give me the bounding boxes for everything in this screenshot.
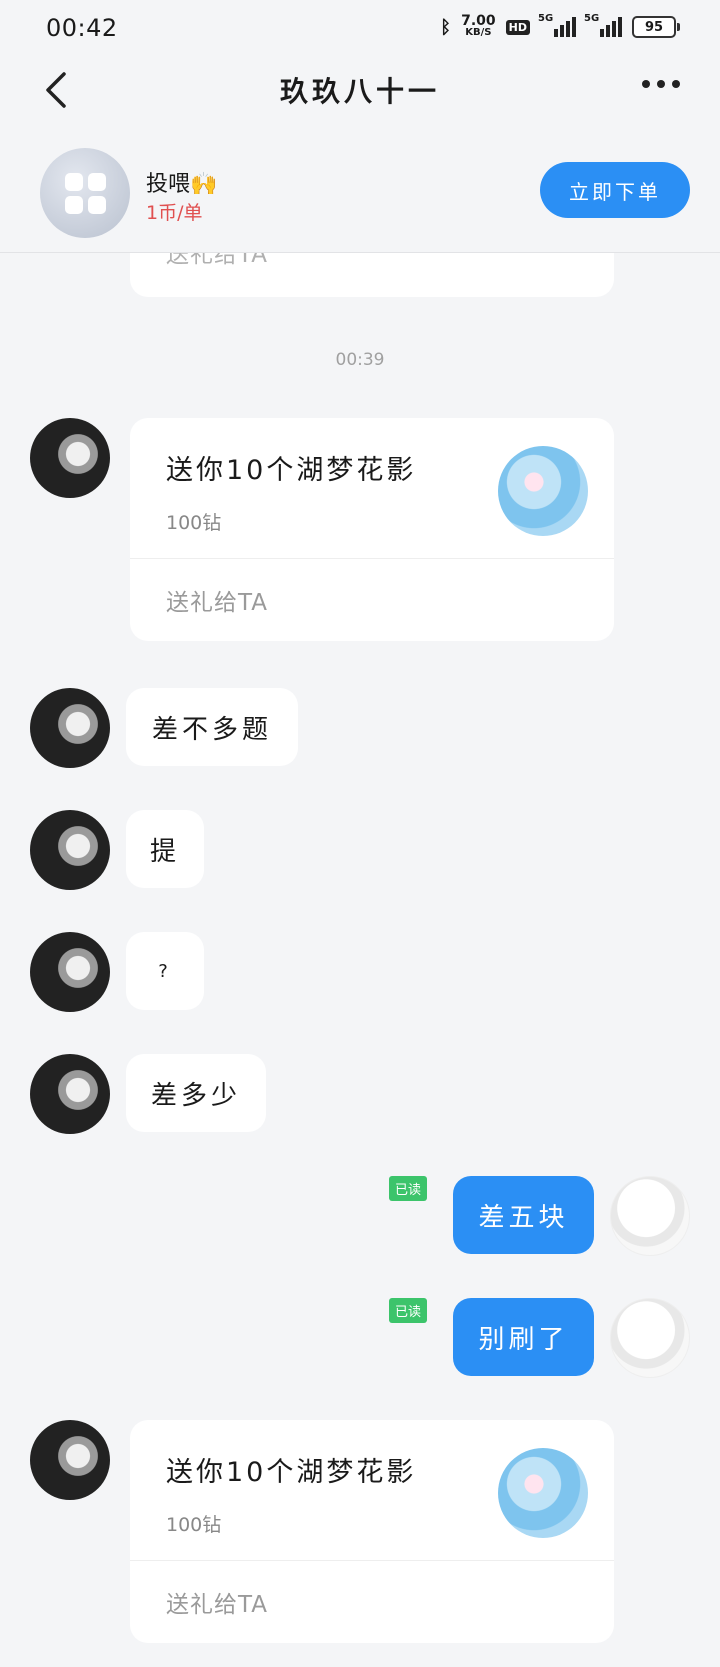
gift-card-body: 送你10个湖梦花影 100钻 <box>130 418 614 559</box>
gift-title: 送你10个湖梦花影 <box>166 1457 417 1488</box>
more-icon-dot <box>657 80 665 88</box>
order-now-button[interactable]: 立即下单 <box>540 162 690 218</box>
message-bubble[interactable]: 差不多题 <box>126 688 298 766</box>
more-icon-dot <box>642 80 650 88</box>
gift-flower-image <box>498 1448 588 1538</box>
more-icon-dot <box>672 80 680 88</box>
signal-label: 5G <box>584 13 600 24</box>
sender-avatar[interactable] <box>30 1420 110 1500</box>
gift-card-body: 送你10个湖梦花影 100钻 <box>130 1420 614 1561</box>
sender-avatar[interactable] <box>30 418 110 498</box>
service-avatar[interactable] <box>40 148 130 238</box>
apps-icon <box>64 172 106 214</box>
my-avatar[interactable] <box>610 1298 690 1378</box>
status-time: 00:42 <box>46 14 118 42</box>
message-bubble[interactable]: 提 <box>126 810 204 888</box>
network-speed-value: 7.00 <box>461 13 496 29</box>
gift-price: 100钻 <box>166 512 222 534</box>
gift-card[interactable]: 送你10个湖梦花影 100钻 送礼给TA <box>130 418 614 641</box>
read-status-badge: 已读 <box>389 1298 428 1323</box>
sender-avatar[interactable] <box>30 688 110 768</box>
gift-title: 送你10个湖梦花影 <box>166 455 417 486</box>
send-gift-action[interactable]: 送礼给TA <box>130 1561 614 1643</box>
send-gift-action[interactable]: 送礼给TA <box>130 559 614 641</box>
message-bubble[interactable]: ? <box>126 932 204 1010</box>
signal-icon: 5G <box>538 13 576 37</box>
battery-icon: 95 <box>632 16 680 38</box>
message-bubble[interactable]: 差多少 <box>126 1054 266 1132</box>
network-speed: 7.00 KB/S <box>461 13 496 38</box>
hd-badge: HD <box>505 19 530 35</box>
more-button[interactable] <box>642 80 680 88</box>
partial-gift-card[interactable]: 送礼给TA <box>130 253 614 297</box>
my-avatar[interactable] <box>610 1176 690 1256</box>
outgoing-message-bubble[interactable]: 差五块 <box>453 1176 594 1254</box>
service-price: 1币/单 <box>146 202 203 224</box>
gift-card[interactable]: 送你10个湖梦花影 100钻 送礼给TA <box>130 1420 614 1643</box>
read-status-badge: 已读 <box>389 1176 428 1201</box>
gift-flower-image <box>498 446 588 536</box>
service-bar: 投喂🙌 1币/单 立即下单 <box>0 132 720 253</box>
sender-avatar[interactable] <box>30 932 110 1012</box>
signal-label: 5G <box>538 13 554 24</box>
gift-card-action: 送礼给TA <box>166 253 268 268</box>
status-icons: ᛒ 7.00 KB/S HD 5G 5G 95 <box>440 13 680 38</box>
page-title: 玖玖八十一 <box>279 75 440 108</box>
network-speed-unit: KB/S <box>465 27 492 38</box>
outgoing-message-bubble[interactable]: 别刷了 <box>453 1298 594 1376</box>
sender-avatar[interactable] <box>30 810 110 890</box>
sender-avatar[interactable] <box>30 1054 110 1134</box>
signal-icon: 5G <box>584 13 622 37</box>
bluetooth-icon: ᛒ <box>440 16 452 38</box>
gift-price: 100钻 <box>166 1514 222 1536</box>
chat-timestamp: 00:39 <box>335 350 385 370</box>
service-name: 投喂🙌 <box>146 172 218 197</box>
